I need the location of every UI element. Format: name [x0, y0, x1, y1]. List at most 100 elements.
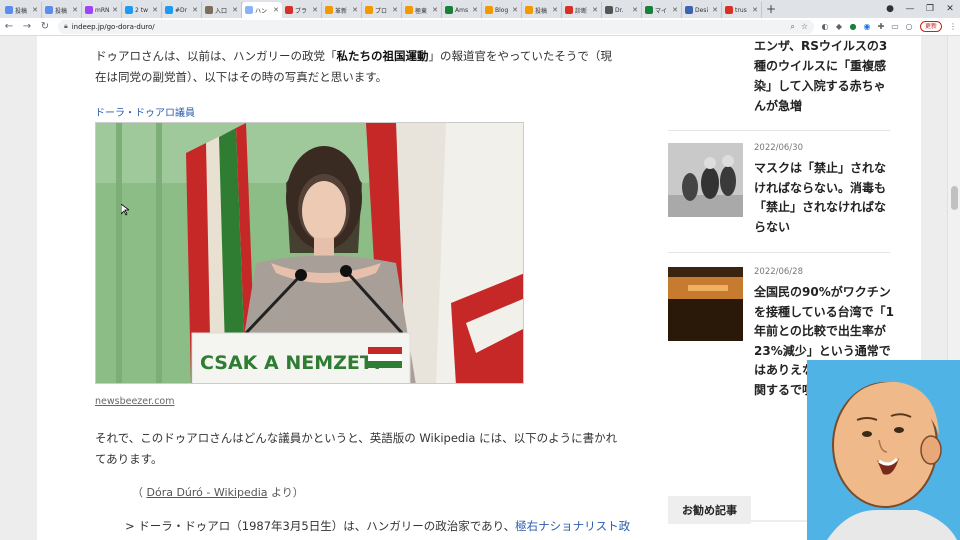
tab-label: 投稿 — [535, 7, 548, 15]
tab-label: ブラ — [295, 7, 308, 15]
tab-favicon-icon — [85, 6, 93, 14]
browser-tab[interactable]: trus ✕ — [722, 2, 762, 18]
quote-reference: （ Dóra Dúró - Wikipedia より） — [132, 486, 304, 499]
browser-tab[interactable]: 投稿 ✕ — [522, 2, 562, 18]
wikipedia-link[interactable]: Dóra Dúró - Wikipedia — [147, 486, 268, 499]
tab-close-icon[interactable]: ✕ — [232, 6, 238, 14]
extensions-puzzle-icon[interactable]: ✚ — [874, 22, 888, 32]
tab-close-icon[interactable]: ✕ — [592, 6, 598, 14]
bookmark-star-icon[interactable]: ☆ — [801, 22, 808, 31]
browser-tab[interactable]: 投稿 ✕ — [42, 2, 82, 18]
address-bar[interactable]: 🔒︎ indeep.jp/go-dora-duro/ ⌕ ☆ — [58, 19, 814, 34]
browser-tab[interactable]: #Dr ✕ — [162, 2, 202, 18]
tab-close-icon[interactable]: ✕ — [512, 6, 518, 14]
close-window-icon[interactable]: ✕ — [940, 4, 960, 14]
tab-favicon-icon — [485, 6, 493, 14]
sidebar-article-title[interactable]: マスクは「禁止」されなければならない。消毒も「禁止」されなければならない — [754, 159, 894, 237]
tab-favicon-icon — [125, 6, 133, 14]
tab-favicon-icon — [45, 6, 53, 14]
browser-tab[interactable]: mRN ✕ — [82, 2, 122, 18]
extension-icon[interactable]: ◐ — [818, 22, 832, 32]
tab-label: 2 tw — [135, 6, 148, 14]
extension-icon[interactable]: ● — [846, 22, 860, 32]
sidebar-article[interactable]: 2022/06/30 マスクは「禁止」されなければならない。消毒も「禁止」されな… — [668, 130, 890, 250]
sidebar-thumbnail[interactable] — [668, 143, 743, 217]
tab-favicon-icon — [165, 6, 173, 14]
article-photo: CSAK A NEMZET! — [95, 122, 524, 384]
tab-close-icon[interactable]: ✕ — [352, 6, 358, 14]
article-paragraph: ドゥアロさんは、以前は、ハンガリーの政党「私たちの祖国運動」の報道官をやっていた… — [95, 49, 612, 84]
browser-tab[interactable]: Ams ✕ — [442, 2, 482, 18]
browser-tab[interactable]: 入口 ✕ — [202, 2, 242, 18]
update-button[interactable]: 更新 — [919, 21, 942, 32]
tab-strip: 投稿 ✕ 投稿 ✕ mRN ✕ 2 tw ✕ #Dr ✕ 入口 ✕ ハン ✕ ブラ ✕ 革新 ✕ プロ ✕ 極東 ✕ Ams… — [0, 0, 960, 18]
tab-close-icon[interactable]: ✕ — [672, 6, 678, 14]
page-gutter-left — [0, 36, 37, 540]
extension-icon[interactable]: ◉ — [860, 22, 874, 32]
zoom-icon[interactable]: ⌕ — [790, 22, 794, 32]
tab-close-icon[interactable]: ✕ — [273, 6, 279, 14]
browser-toolbar: ← → ↻ 🔒︎ indeep.jp/go-dora-duro/ ⌕ ☆ ◐ ◆… — [0, 18, 960, 36]
tab-close-icon[interactable]: ✕ — [472, 6, 478, 14]
photo-source-link[interactable]: newsbeezer.com — [95, 396, 174, 407]
tab-close-icon[interactable]: ✕ — [152, 6, 158, 14]
tab-label: #Dr — [175, 6, 188, 14]
back-icon[interactable]: ← — [0, 21, 18, 32]
profile-avatar-icon[interactable]: ○ — [902, 22, 916, 32]
reading-list-icon[interactable]: ▭ — [888, 22, 902, 32]
party-name: 私たちの祖国運動 — [336, 49, 429, 63]
browser-tab[interactable]: ハン ✕ — [242, 2, 282, 18]
restore-icon[interactable]: ❐ — [920, 4, 940, 14]
sidebar-article-title[interactable]: エンザ、RSウイルスの3種のウイルスに「重複感染」して入院する赤ちゃんが急増 — [754, 36, 894, 116]
browser-tab[interactable]: 2 tw ✕ — [122, 2, 162, 18]
quote-link[interactable]: 極右ナショナリスト政 — [515, 519, 630, 533]
tab-close-icon[interactable]: ✕ — [752, 6, 758, 14]
forward-icon[interactable]: → — [18, 21, 36, 32]
browser-tab[interactable]: Desi ✕ — [682, 2, 722, 18]
tab-label: trus — [735, 6, 747, 14]
browser-tab[interactable]: ブラ ✕ — [282, 2, 322, 18]
tab-label: 投稿 — [55, 7, 68, 15]
browser-tab[interactable]: Dr. ✕ — [602, 2, 642, 18]
browser-tab[interactable]: マイ ✕ — [642, 2, 682, 18]
tab-label: Ams — [455, 6, 469, 14]
scrollbar-thumb[interactable] — [951, 186, 958, 210]
menu-dots-icon[interactable]: ⋮ — [946, 22, 960, 32]
tab-close-icon[interactable]: ✕ — [72, 6, 78, 14]
lock-icon: 🔒︎ — [64, 22, 68, 30]
tab-close-icon[interactable]: ✕ — [392, 6, 398, 14]
tab-close-icon[interactable]: ✕ — [712, 6, 718, 14]
tab-close-icon[interactable]: ✕ — [312, 6, 318, 14]
browser-tab[interactable]: 診断 ✕ — [562, 2, 602, 18]
reload-icon[interactable]: ↻ — [36, 21, 54, 32]
new-tab-icon[interactable]: + — [762, 2, 780, 16]
tab-close-icon[interactable]: ✕ — [632, 6, 638, 14]
photo-caption: ドーラ・ドゥアロ議員 — [95, 108, 195, 119]
browser-tab[interactable]: 投稿 ✕ — [2, 2, 42, 18]
tab-label: Blog — [495, 6, 509, 14]
tab-close-icon[interactable]: ✕ — [112, 6, 118, 14]
mouse-cursor-icon — [121, 204, 129, 216]
tab-favicon-icon — [725, 6, 733, 14]
profile-icon[interactable]: ● — [880, 4, 900, 14]
tab-close-icon[interactable]: ✕ — [192, 6, 198, 14]
tab-favicon-icon — [325, 6, 333, 14]
tab-favicon-icon — [685, 6, 693, 14]
tab-label: 極東 — [415, 7, 428, 15]
minimize-icon[interactable]: — — [900, 4, 920, 14]
sidebar-thumbnail[interactable] — [668, 267, 743, 341]
extension-icon[interactable]: ◆ — [832, 22, 846, 32]
tab-favicon-icon — [445, 6, 453, 14]
browser-tab[interactable]: 革新 ✕ — [322, 2, 362, 18]
tab-close-icon[interactable]: ✕ — [32, 6, 38, 14]
browser-tab[interactable]: プロ ✕ — [362, 2, 402, 18]
tab-label: 投稿 — [15, 7, 28, 15]
browser-tab[interactable]: Blog ✕ — [482, 2, 522, 18]
tab-label: プロ — [375, 7, 388, 15]
tab-close-icon[interactable]: ✕ — [432, 6, 438, 14]
browser-tab[interactable]: 極東 ✕ — [402, 2, 442, 18]
tab-close-icon[interactable]: ✕ — [552, 6, 558, 14]
url-text[interactable]: indeep.jp/go-dora-duro/ — [72, 23, 155, 31]
tab-favicon-icon — [405, 6, 413, 14]
tab-favicon-icon — [605, 6, 613, 14]
